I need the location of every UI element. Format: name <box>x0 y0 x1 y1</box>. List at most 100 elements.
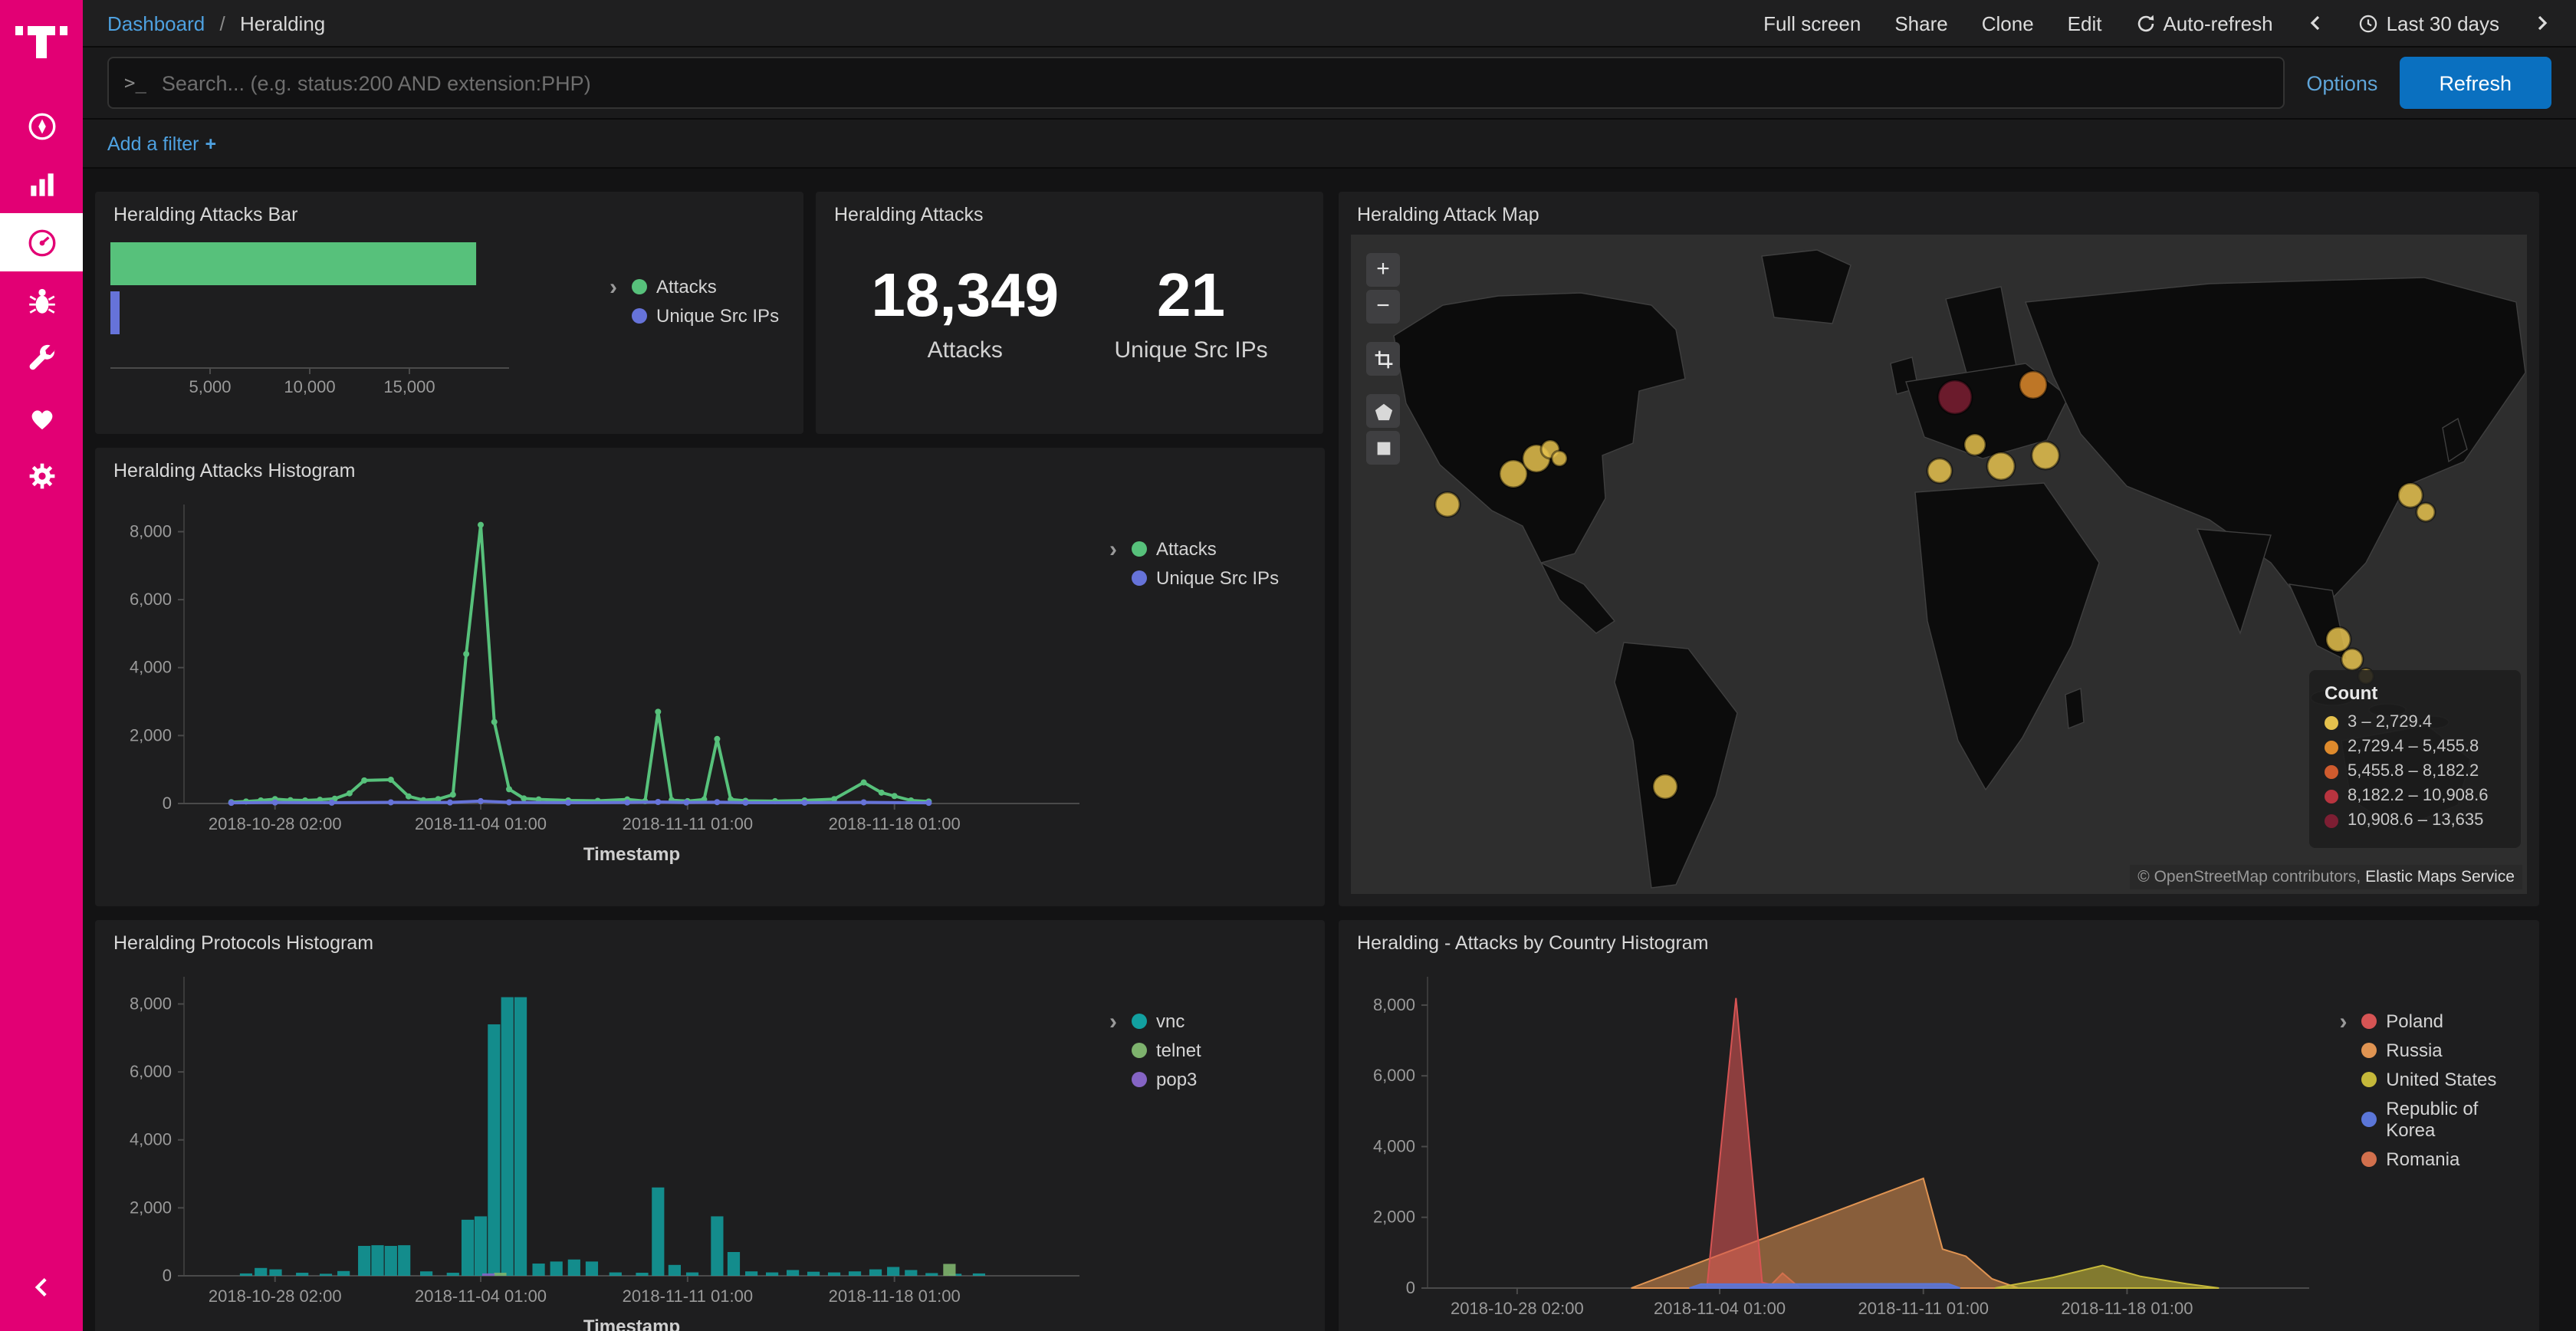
breadcrumb-current: Heralding <box>240 12 325 35</box>
panel-title[interactable]: Heralding Attacks <box>816 192 1323 230</box>
panel-title[interactable]: Heralding - Attacks by Country Histogram <box>1339 920 2539 958</box>
legend-item[interactable]: 5,455.8 – 8,182.2 <box>2325 762 2505 781</box>
draw-polygon-button[interactable] <box>1366 394 1400 428</box>
legend-toggle-icon[interactable]: › <box>601 276 626 301</box>
svg-text:6,000: 6,000 <box>1373 1066 1415 1085</box>
legend-color-dot <box>2361 1014 2377 1029</box>
svg-text:15,000: 15,000 <box>383 377 435 396</box>
osm-attribution[interactable]: © OpenStreetMap contributors, <box>2137 868 2361 886</box>
sidebar-item-honeypot[interactable] <box>0 271 83 330</box>
legend-item[interactable]: Unique Src IPs <box>632 305 779 327</box>
svg-text:0: 0 <box>163 794 172 813</box>
legend-label: Republic of Korea <box>2386 1098 2530 1141</box>
compass-icon <box>25 110 58 142</box>
sidebar-item-monitoring[interactable] <box>0 388 83 446</box>
time-forward-button[interactable] <box>2533 14 2551 32</box>
share-button[interactable]: Share <box>1894 12 1947 35</box>
legend-item[interactable]: United States <box>2361 1069 2530 1090</box>
legend-item[interactable]: Attacks <box>632 276 779 297</box>
map-legend-items: 3 – 2,729.4 2,729.4 – 5,455.8 5,455.8 – 8,… <box>2325 713 2505 830</box>
telekom-logo[interactable] <box>15 12 67 72</box>
add-filter-button[interactable]: Add a filter+ <box>107 133 216 154</box>
sidebar-item-discover[interactable] <box>0 97 83 155</box>
panel-title[interactable]: Heralding Protocols Histogram <box>95 920 1325 958</box>
svg-text:2018-11-18 01:00: 2018-11-18 01:00 <box>2061 1299 2193 1318</box>
svg-text:8,000: 8,000 <box>1373 995 1415 1014</box>
heartbeat-icon <box>25 401 58 433</box>
legend-color-dot <box>2361 1152 2377 1167</box>
legend-item[interactable]: Attacks <box>1132 538 1279 560</box>
breadcrumb-dashboard-link[interactable]: Dashboard <box>107 12 205 35</box>
legend-item[interactable]: 3 – 2,729.4 <box>2325 713 2505 731</box>
legend-item[interactable]: Russia <box>2361 1040 2530 1061</box>
legend-items: Attacks Unique Src IPs <box>1132 538 1279 596</box>
legend-item[interactable]: vnc <box>1132 1011 1201 1032</box>
legend-color-dot <box>632 308 647 324</box>
dashboard-grid: Heralding Attacks Bar 5,00010,00015,000 … <box>83 166 2576 1331</box>
map-attribution: © OpenStreetMap contributors, Elastic Ma… <box>2130 865 2522 889</box>
panel-attack-map: Heralding Attack Map <box>1339 192 2539 906</box>
legend-item[interactable]: Unique Src IPs <box>1132 567 1279 589</box>
chart-legend: › Attacks Unique Src IPs <box>601 276 779 334</box>
query-prompt-icon: >_ <box>124 72 146 94</box>
legend-item[interactable]: 2,729.4 – 5,455.8 <box>2325 738 2505 756</box>
legend-toggle-icon[interactable]: › <box>2331 1011 2356 1035</box>
draw-rectangle-button[interactable] <box>1366 431 1400 465</box>
fit-bounds-button[interactable] <box>1366 342 1400 376</box>
fullscreen-button[interactable]: Full screen <box>1763 12 1861 35</box>
metric-value: 18,349 <box>871 264 1059 328</box>
time-picker-button[interactable]: Last 30 days <box>2359 12 2499 35</box>
svg-text:0: 0 <box>163 1266 172 1285</box>
sidebar-item-visualize[interactable] <box>0 155 83 213</box>
auto-refresh-button[interactable]: Auto-refresh <box>2135 12 2272 35</box>
query-options-link[interactable]: Options <box>2306 71 2377 94</box>
time-back-button[interactable] <box>2307 14 2325 32</box>
legend-label: 2,729.4 – 5,455.8 <box>2348 738 2479 756</box>
legend-color-dot <box>2325 764 2338 778</box>
zoom-in-button[interactable]: + <box>1366 253 1400 287</box>
legend-toggle-icon[interactable]: › <box>1101 538 1125 563</box>
legend-color-dot <box>1132 1072 1147 1087</box>
sidebar-collapse-button[interactable] <box>0 1257 83 1316</box>
legend-toggle-icon[interactable]: › <box>1101 1011 1125 1035</box>
elastic-maps-attribution[interactable]: Elastic Maps Service <box>2365 868 2515 886</box>
clone-button[interactable]: Clone <box>1982 12 2034 35</box>
panel-title[interactable]: Heralding Attacks Histogram <box>95 448 1325 486</box>
svg-text:2018-10-28 02:00: 2018-10-28 02:00 <box>209 1287 342 1306</box>
legend-label: United States <box>2386 1069 2496 1090</box>
legend-color-dot <box>2325 813 2338 827</box>
svg-text:Timestamp: Timestamp <box>583 1316 680 1331</box>
chevron-right-icon <box>2533 14 2551 32</box>
sidebar-item-dashboard[interactable] <box>0 213 83 271</box>
sidebar-item-devtools[interactable] <box>0 330 83 388</box>
zoom-out-button[interactable]: − <box>1366 290 1400 324</box>
svg-text:2018-11-18 01:00: 2018-11-18 01:00 <box>829 814 961 833</box>
polygon-icon <box>1373 401 1393 421</box>
sidebar-item-management[interactable] <box>0 446 83 504</box>
rectangle-icon <box>1373 438 1393 458</box>
metric-label: Unique Src IPs <box>1115 337 1268 363</box>
legend-label: Attacks <box>656 276 717 297</box>
refresh-button[interactable]: Refresh <box>2399 57 2551 109</box>
legend-item[interactable]: 8,182.2 – 10,908.6 <box>2325 787 2505 805</box>
legend-item[interactable]: telnet <box>1132 1040 1201 1061</box>
svg-text:8,000: 8,000 <box>130 994 172 1013</box>
legend-item[interactable]: Poland <box>2361 1011 2530 1032</box>
world-map[interactable]: + − <box>1351 235 2527 894</box>
chart-legend: › vnc telnet pop3 <box>1101 1011 1201 1098</box>
refresh-icon <box>2135 13 2155 33</box>
legend-item[interactable]: 10,908.6 – 13,635 <box>2325 811 2505 830</box>
legend-color-dot <box>1132 541 1147 557</box>
legend-item[interactable]: pop3 <box>1132 1069 1201 1090</box>
legend-color-dot <box>2361 1043 2377 1058</box>
chart-legend: › Attacks Unique Src IPs <box>1101 538 1279 596</box>
legend-item[interactable]: Republic of Korea <box>2361 1098 2530 1141</box>
search-input[interactable] <box>159 70 2268 96</box>
legend-item[interactable]: Romania <box>2361 1149 2530 1170</box>
legend-items: vnc telnet pop3 <box>1132 1011 1201 1098</box>
edit-button[interactable]: Edit <box>2068 12 2102 35</box>
svg-text:6,000: 6,000 <box>130 1062 172 1081</box>
legend-color-dot <box>2325 740 2338 754</box>
panel-title[interactable]: Heralding Attacks Bar <box>95 192 803 230</box>
panel-title[interactable]: Heralding Attack Map <box>1339 192 2539 230</box>
